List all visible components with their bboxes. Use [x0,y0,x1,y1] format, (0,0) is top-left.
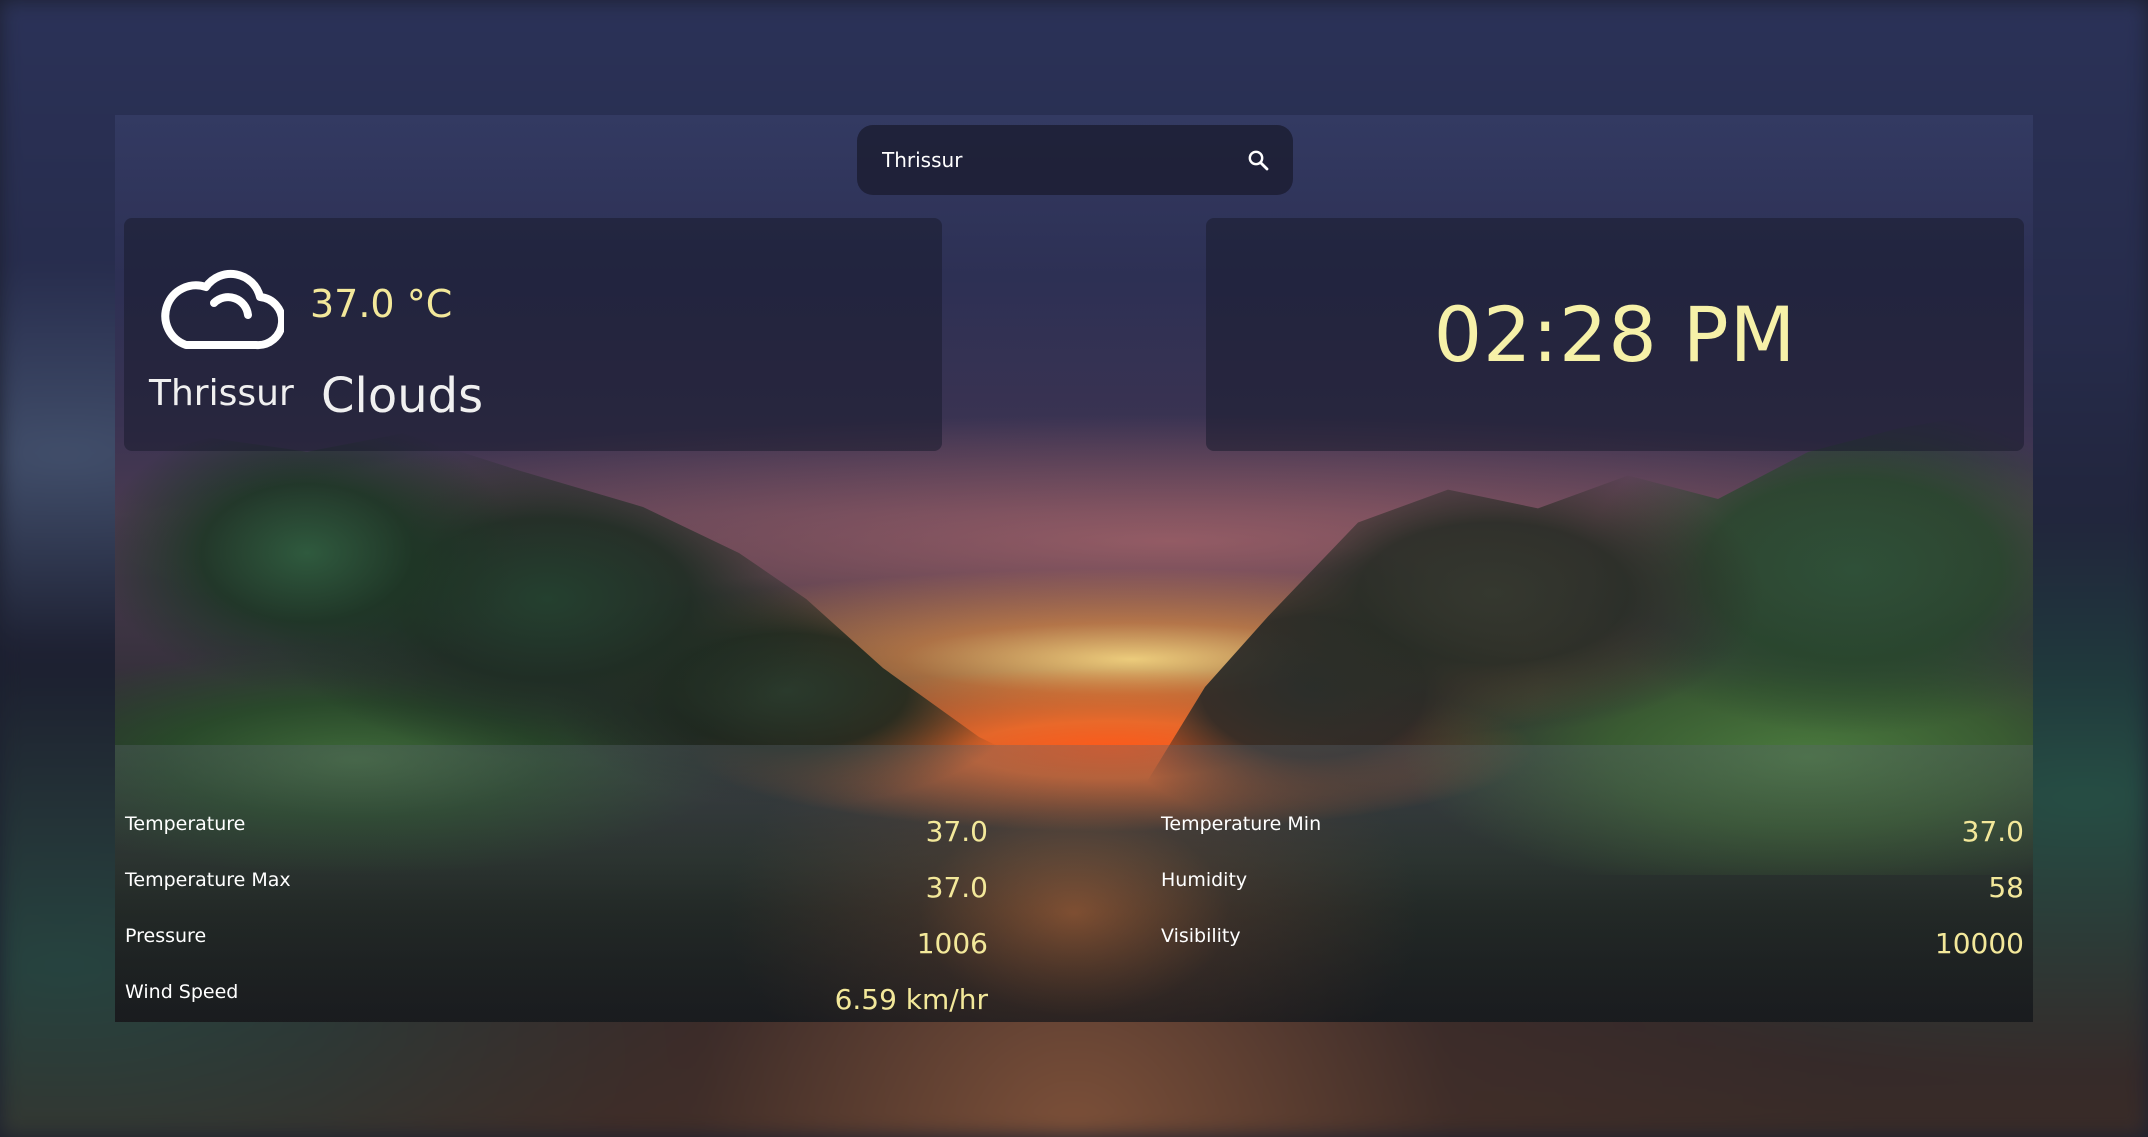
stat-value: 6.59 km/hr [834,983,988,1016]
stat-wind-speed: Wind Speed 6.59 km/hr [125,981,988,1021]
stat-value: 37.0 [925,815,988,848]
stat-label: Temperature Min [1161,813,1322,835]
city-name: Thrissur [149,373,294,414]
search-input[interactable] [882,148,1245,172]
stat-visibility: Visibility 10000 [1161,925,2024,965]
search-icon[interactable] [1245,147,1271,173]
weather-app: 37.0 °C Thrissur Clouds 02:28 PM Tempera… [115,115,2033,1022]
stat-label: Humidity [1161,869,1248,891]
stat-humidity: Humidity 58 [1161,869,2024,909]
stat-pressure: Pressure 1006 [125,925,988,965]
current-time: 02:28 PM [1433,290,1797,379]
stat-label: Wind Speed [125,981,239,1003]
stat-label: Temperature [125,813,246,835]
stat-value: 37.0 [925,871,988,904]
search-bar [857,125,1293,195]
clock-panel: 02:28 PM [1206,218,2024,451]
stat-label: Visibility [1161,925,1241,947]
stat-label: Temperature Max [125,869,291,891]
stat-temperature: Temperature 37.0 [125,813,988,853]
stat-value: 58 [1988,871,2024,904]
current-temperature: 37.0 °C [310,282,453,326]
stat-temperature-min: Temperature Min 37.0 [1161,813,2024,853]
current-weather-panel: 37.0 °C Thrissur Clouds [124,218,942,451]
stat-value: 10000 [1934,927,2024,960]
stat-label: Pressure [125,925,207,947]
stat-value: 1006 [916,927,988,960]
stat-value: 37.0 [1961,815,2024,848]
weather-condition: Clouds [321,368,484,424]
cloud-icon [156,263,287,353]
stat-temperature-max: Temperature Max 37.0 [125,869,988,909]
